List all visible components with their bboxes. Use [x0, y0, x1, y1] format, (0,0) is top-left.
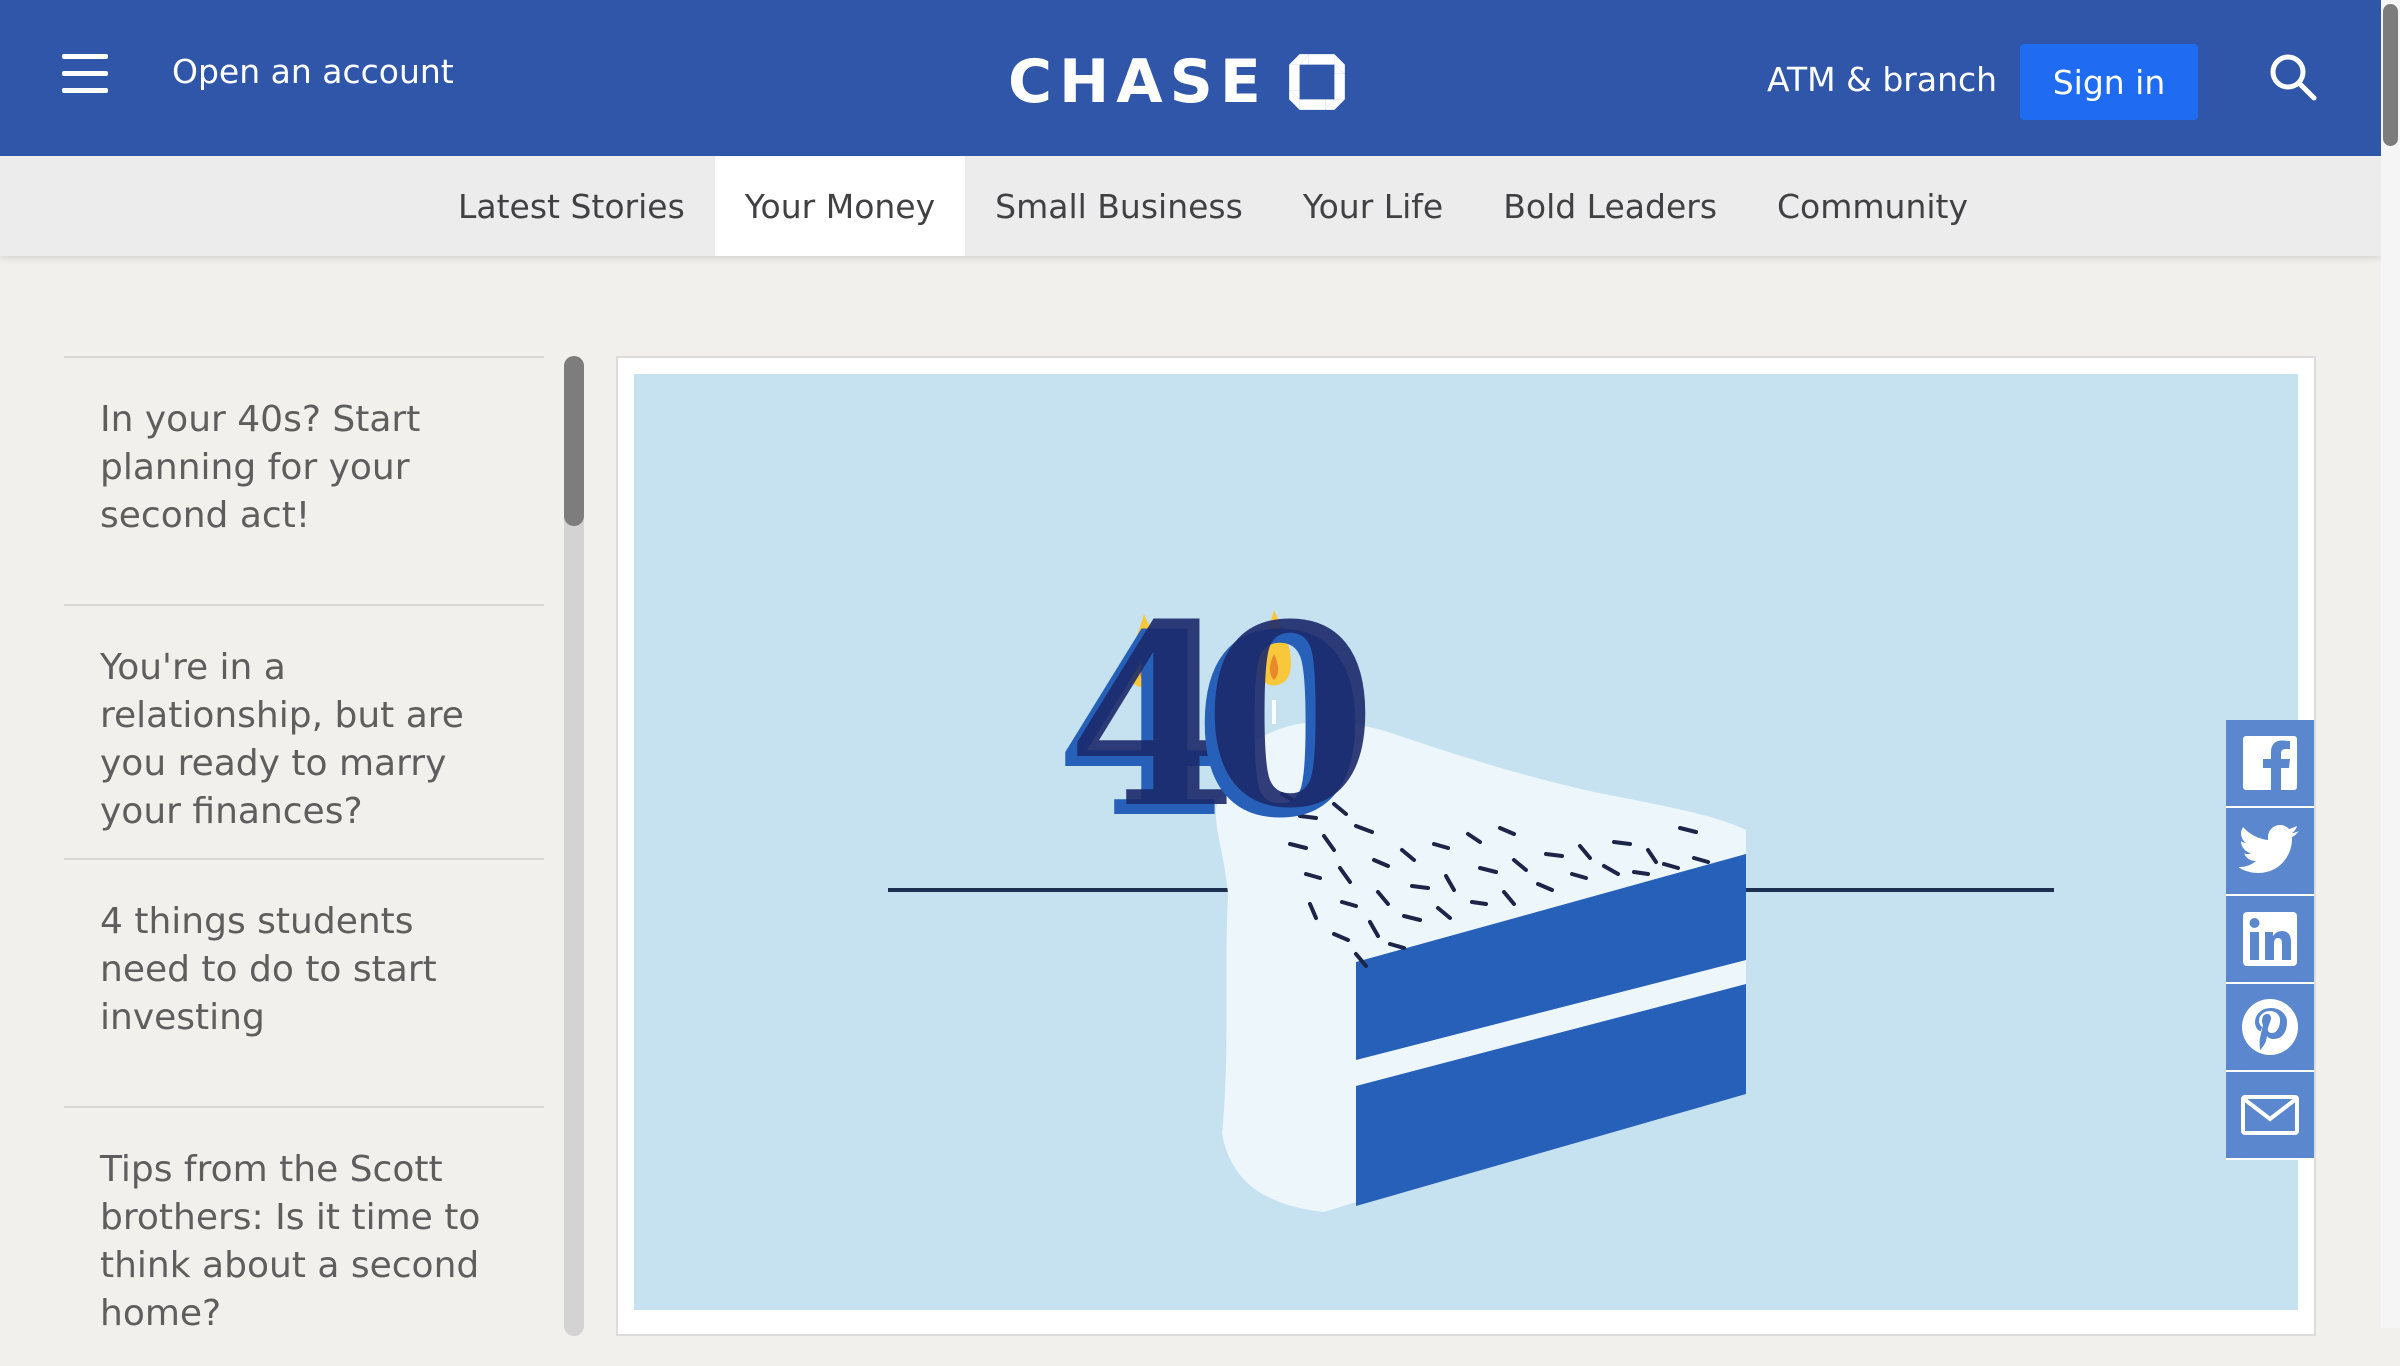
email-icon — [2241, 1095, 2299, 1135]
tab-small-business[interactable]: Small Business — [965, 156, 1273, 256]
pinterest-share-button[interactable] — [2226, 984, 2314, 1072]
birthday-cake-slice-illustration: 4 4 0 0 — [888, 569, 2054, 1212]
article-list-scrollbar-thumb[interactable] — [564, 356, 584, 526]
article-link[interactable]: Tips from the Scott brothers: Is it time… — [64, 1106, 544, 1366]
hero-image-card: 4 4 0 0 — [616, 356, 2316, 1336]
article-link[interactable]: In your 40s? Start planning for your sec… — [64, 356, 544, 604]
open-account-link[interactable]: Open an account — [172, 52, 454, 91]
twitter-icon — [2239, 825, 2299, 873]
tab-your-life[interactable]: Your Life — [1273, 156, 1473, 256]
search-icon[interactable] — [2268, 52, 2318, 102]
tab-your-money[interactable]: Your Money — [714, 156, 966, 256]
page-scrollbar-thumb[interactable] — [2383, 4, 2398, 146]
atm-branch-link[interactable]: ATM & branch — [1767, 60, 1997, 99]
email-share-button[interactable] — [2226, 1072, 2314, 1160]
chase-logo[interactable]: CHASE — [1008, 50, 1346, 114]
chase-octagon-logo-icon — [1289, 54, 1345, 110]
page-scrollbar[interactable] — [2381, 0, 2400, 1328]
article-link[interactable]: You're in a relationship, but are you re… — [64, 604, 544, 858]
facebook-share-button[interactable] — [2226, 720, 2314, 808]
svg-text:0: 0 — [1203, 569, 1377, 863]
related-articles-list: In your 40s? Start planning for your sec… — [64, 356, 544, 1366]
logo-text: CHASE — [1008, 47, 1268, 117]
facebook-icon — [2243, 736, 2297, 790]
hero-illustration: 4 4 0 0 — [634, 374, 2298, 1310]
article-link[interactable]: 4 things students need to do to start in… — [64, 858, 544, 1106]
hamburger-menu-icon[interactable] — [62, 52, 110, 96]
linkedin-share-button[interactable] — [2226, 896, 2314, 984]
tab-latest-stories[interactable]: Latest Stories — [428, 156, 715, 256]
category-nav: Latest Stories Your Money Small Business… — [0, 156, 2381, 256]
linkedin-icon — [2243, 912, 2297, 966]
tab-community[interactable]: Community — [1747, 156, 1998, 256]
pinterest-icon — [2242, 999, 2298, 1055]
tab-bold-leaders[interactable]: Bold Leaders — [1473, 156, 1747, 256]
candle-zero: 0 0 — [1193, 569, 1377, 873]
top-header: Open an account CHASE ATM & branch Sign … — [0, 0, 2381, 156]
sign-in-button[interactable]: Sign in — [2020, 44, 2198, 120]
social-share-rail — [2226, 720, 2314, 1160]
twitter-share-button[interactable] — [2226, 808, 2314, 896]
category-tabs: Latest Stories Your Money Small Business… — [428, 156, 1998, 256]
